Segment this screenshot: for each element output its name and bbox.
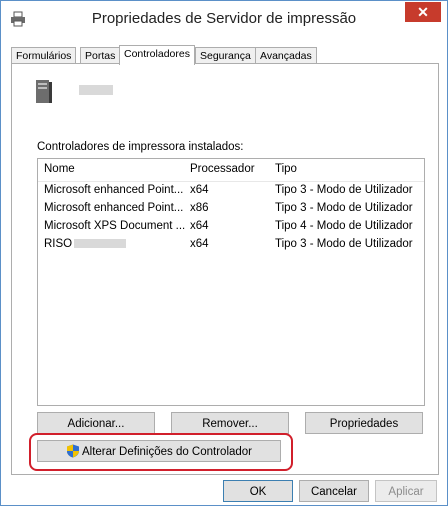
title-bar: Propriedades de Servidor de impressão ✕ xyxy=(1,1,447,37)
driver-name: RISO xyxy=(44,238,73,250)
remove-button[interactable]: Remover... xyxy=(171,412,289,434)
tab-formularios[interactable]: Formulários xyxy=(11,47,77,64)
apply-button[interactable]: Aplicar xyxy=(375,480,437,502)
list-header: Nome Processador Tipo xyxy=(38,159,424,182)
driver-name-wrapper: RISO xyxy=(44,238,127,250)
list-item[interactable]: Microsoft enhanced Point... x64 Tipo 3 -… xyxy=(38,182,424,200)
close-icon: ✕ xyxy=(417,4,429,20)
driver-processor: x86 xyxy=(190,202,209,214)
add-button[interactable]: Adicionar... xyxy=(37,412,155,434)
properties-button[interactable]: Propriedades xyxy=(305,412,423,434)
list-item[interactable]: Microsoft enhanced Point... x86 Tipo 3 -… xyxy=(38,200,424,218)
driver-name: Microsoft enhanced Point... xyxy=(44,184,184,196)
redacted-text xyxy=(74,239,127,249)
server-icon xyxy=(36,80,52,103)
tab-portas[interactable]: Portas xyxy=(80,47,121,64)
driver-name: Microsoft XPS Document ... xyxy=(44,220,186,232)
column-header-type[interactable]: Tipo xyxy=(275,163,297,175)
close-button[interactable]: ✕ xyxy=(405,2,441,22)
driver-type: Tipo 3 - Modo de Utilizador xyxy=(275,238,413,250)
column-header-processor[interactable]: Processador xyxy=(190,163,255,175)
uac-shield-icon xyxy=(66,444,79,458)
installed-drivers-label: Controladores de impressora instalados: xyxy=(37,141,244,153)
server-name-redacted xyxy=(79,85,113,95)
drivers-list[interactable]: Nome Processador Tipo Microsoft enhanced… xyxy=(37,158,425,406)
list-item[interactable]: Microsoft XPS Document ... x64 Tipo 4 - … xyxy=(38,218,424,236)
ok-button[interactable]: OK xyxy=(223,480,293,502)
driver-type: Tipo 3 - Modo de Utilizador xyxy=(275,202,413,214)
tab-avancadas[interactable]: Avançadas xyxy=(255,47,317,64)
driver-processor: x64 xyxy=(190,184,209,196)
window-title: Propriedades de Servidor de impressão xyxy=(91,10,357,27)
driver-processor: x64 xyxy=(190,238,209,250)
driver-name: Microsoft enhanced Point... xyxy=(44,202,184,214)
cancel-button[interactable]: Cancelar xyxy=(299,480,369,502)
change-driver-settings-button[interactable]: Alterar Definições do Controlador xyxy=(37,440,281,462)
column-header-name[interactable]: Nome xyxy=(44,163,75,175)
driver-type: Tipo 3 - Modo de Utilizador xyxy=(275,184,413,196)
change-driver-settings-label: Alterar Definições do Controlador xyxy=(81,446,253,458)
list-item[interactable]: RISO x64 Tipo 3 - Modo de Utilizador xyxy=(38,236,424,254)
print-server-properties-window: Propriedades de Servidor de impressão ✕ … xyxy=(0,0,448,506)
tab-controladores[interactable]: Controladores xyxy=(119,45,195,65)
driver-type: Tipo 4 - Modo de Utilizador xyxy=(275,220,413,232)
tab-seguranca[interactable]: Segurança xyxy=(195,47,256,64)
driver-processor: x64 xyxy=(190,220,209,232)
